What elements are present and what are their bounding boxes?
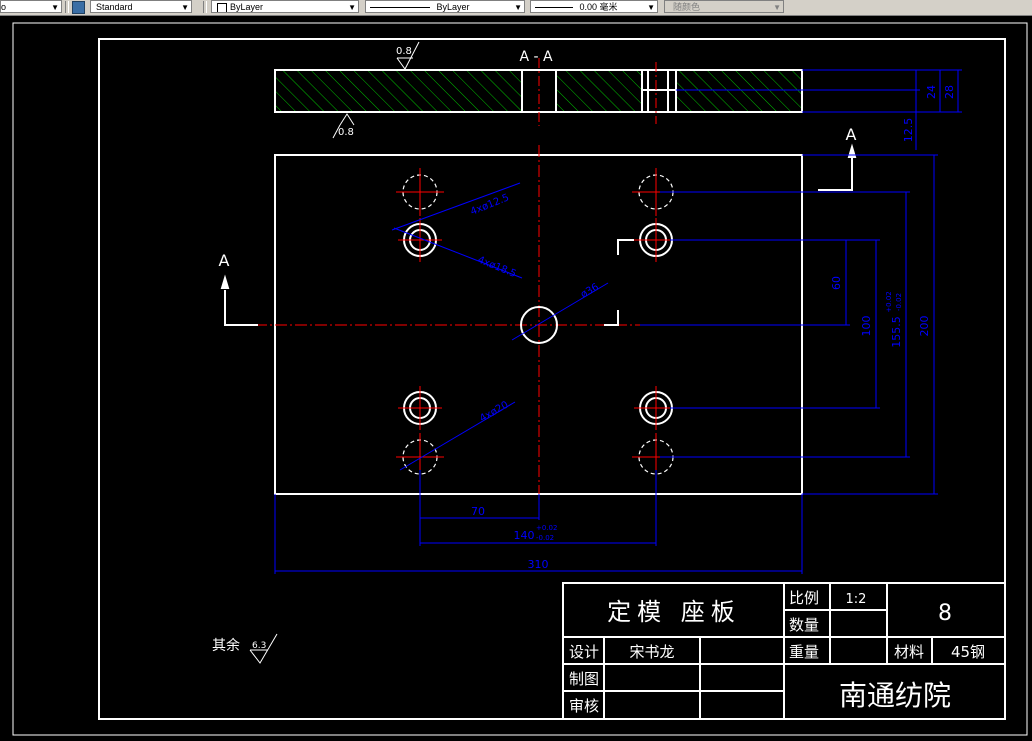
dim-24: 24 bbox=[925, 85, 938, 99]
toolbar-separator bbox=[65, 1, 69, 13]
chevron-down-icon: ▼ bbox=[773, 3, 781, 12]
dim-12-5: 12.5 bbox=[902, 118, 915, 143]
drawing-canvas[interactable]: A - A 0.8 0.8 12.5 24 28 A A 4xø12.5 4xø… bbox=[0, 15, 1032, 741]
text-style-value: Standard bbox=[96, 2, 133, 12]
sheet-number: 8 bbox=[938, 601, 952, 626]
scale-label: 比例 bbox=[789, 589, 819, 607]
color-dropdown[interactable]: 随颜色 ▼ bbox=[664, 0, 784, 13]
dim-310: 310 bbox=[528, 558, 549, 571]
dim-155-5-tol-up: +0.02 bbox=[885, 291, 893, 312]
dim-155-5-tol-dn: -0.02 bbox=[895, 293, 903, 311]
pins-20-label: 4xø20 bbox=[478, 400, 510, 425]
holes-12-5-label: 4xø12.5 bbox=[469, 192, 511, 217]
holes-18-5-label: 4xø18.5 bbox=[476, 255, 518, 280]
dim-100: 100 bbox=[860, 316, 873, 337]
linetype-preview bbox=[370, 7, 430, 9]
inner-frame bbox=[98, 38, 1006, 720]
chevron-down-icon: ▼ bbox=[181, 3, 189, 12]
other-roughness-note: 其余 bbox=[212, 637, 240, 654]
hole-36-label: ø36 bbox=[579, 282, 601, 301]
first-dropdown-value: o bbox=[1, 2, 7, 12]
dim-140: 140 bbox=[514, 529, 535, 542]
check-label: 审核 bbox=[569, 697, 599, 715]
linetype-value: ByLayer bbox=[436, 2, 470, 12]
scale-value: 1:2 bbox=[846, 592, 867, 607]
chevron-down-icon: ▼ bbox=[514, 3, 522, 12]
dim-60: 60 bbox=[830, 276, 843, 290]
chevron-down-icon: ▼ bbox=[647, 3, 655, 12]
dim-140-tol-up: +0.02 bbox=[536, 524, 557, 532]
dim-200: 200 bbox=[918, 316, 931, 337]
dim-140-tol-dn: -0.02 bbox=[536, 534, 554, 542]
chevron-down-icon: ▼ bbox=[51, 3, 59, 12]
company-name: 南通纺院 bbox=[839, 679, 951, 712]
weight-label: 重量 bbox=[789, 643, 819, 661]
drawing-title: 定模 座板 bbox=[607, 598, 741, 626]
hole-leaders bbox=[391, 182, 609, 471]
text-style-icon[interactable] bbox=[72, 1, 85, 14]
outer-frame bbox=[12, 22, 1028, 736]
dim-28: 28 bbox=[943, 85, 956, 99]
layer-dropdown[interactable]: ByLayer ▼ bbox=[211, 0, 359, 13]
dim-155-5: 155.5 bbox=[890, 316, 903, 348]
properties-toolbar: o ▼ Standard ▼ ByLayer ▼ ByLayer ▼ 0.00 … bbox=[0, 0, 1032, 16]
toolbar-separator bbox=[203, 1, 207, 13]
designer-name: 宋书龙 bbox=[629, 643, 674, 661]
dim-70: 70 bbox=[471, 505, 485, 518]
drawn-label: 制图 bbox=[569, 670, 599, 688]
color-value: 随颜色 bbox=[673, 2, 701, 12]
design-label: 设计 bbox=[569, 643, 599, 661]
linetype-dropdown[interactable]: ByLayer ▼ bbox=[365, 0, 525, 13]
roughness-top-value: 0.8 bbox=[396, 46, 412, 57]
roughness-bottom-value: 0.8 bbox=[338, 127, 354, 138]
section-cut-right bbox=[818, 143, 857, 191]
section-label: A - A bbox=[519, 49, 553, 65]
chevron-down-icon: ▼ bbox=[348, 3, 356, 12]
section-mark-left: A bbox=[219, 251, 230, 270]
color-swatch-icon bbox=[217, 3, 227, 12]
corner-marks bbox=[604, 239, 634, 326]
lineweight-value: 0.00 毫米 bbox=[579, 2, 618, 12]
material-label: 材料 bbox=[894, 643, 924, 661]
quantity-label: 数量 bbox=[789, 616, 819, 634]
first-dropdown[interactable]: o ▼ bbox=[0, 0, 62, 13]
section-mark-right: A bbox=[846, 125, 857, 144]
text-style-dropdown[interactable]: Standard ▼ bbox=[90, 0, 192, 13]
lineweight-dropdown[interactable]: 0.00 毫米 ▼ bbox=[530, 0, 658, 13]
layer-value: ByLayer bbox=[230, 2, 264, 12]
lineweight-preview bbox=[535, 7, 573, 9]
section-cut-left bbox=[220, 274, 258, 326]
section-view bbox=[274, 58, 803, 126]
material-value: 45钢 bbox=[951, 643, 985, 661]
